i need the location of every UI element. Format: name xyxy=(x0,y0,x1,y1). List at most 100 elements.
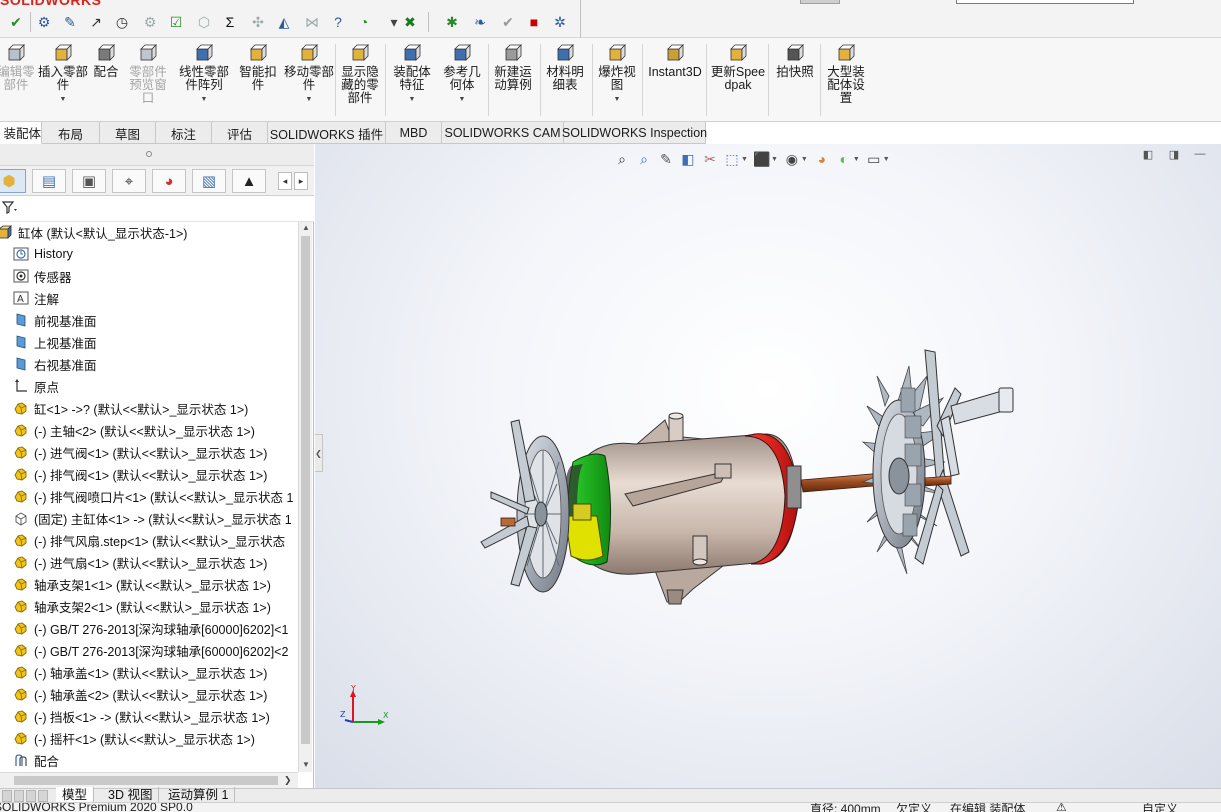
gear-rebuild-icon[interactable]: ⚙ xyxy=(34,12,54,32)
tab-scroll-left-icon[interactable]: ◂ xyxy=(278,172,292,190)
tab-model[interactable]: 模型 xyxy=(56,787,95,803)
tree-vertical-scrollbar[interactable]: ▲ ▼ xyxy=(298,222,312,772)
check-circle-icon[interactable]: ✔ xyxy=(498,12,518,32)
linear-pattern-button[interactable]: 线性零部件阵列 ▼ xyxy=(174,42,234,118)
tree-node[interactable]: 原点 xyxy=(12,375,298,397)
large-assembly-button[interactable]: 大型装配体设置 xyxy=(822,42,870,118)
scroll-up-icon[interactable]: ▲ xyxy=(301,223,311,233)
tree-node[interactable]: (-) 轴承盖<2> (默认<<默认>_显示状态 1>) xyxy=(12,683,298,705)
dimxpert-tab-icon[interactable]: ⌖ xyxy=(112,169,146,193)
tree-node[interactable]: (-) GB/T 276-2013[深沟球轴承[60000]6202]<1 xyxy=(12,617,298,639)
dropdown-caret-icon[interactable]: ▼ xyxy=(60,93,67,106)
assembly-model[interactable] xyxy=(315,144,1221,788)
exploded-view-button[interactable]: 爆炸视图 ▼ xyxy=(594,42,640,118)
bom-button[interactable]: 材料明细表 xyxy=(542,42,588,118)
dropdown-caret-icon[interactable]: ▼ xyxy=(459,93,466,106)
help-icon[interactable]: ? xyxy=(328,12,348,32)
take-snapshot-button[interactable]: 拍快照 xyxy=(772,42,818,118)
scroll-right-icon[interactable]: ❯ xyxy=(284,775,292,786)
excel-icon[interactable]: ✖ xyxy=(400,12,420,32)
tree-node[interactable]: (-) 排气风扇.step<1> (默认<<默认>_显示状态 xyxy=(12,529,298,551)
dimension-icon[interactable]: ↗ xyxy=(86,12,106,32)
command-tab-4[interactable]: 评估 xyxy=(212,122,268,144)
tree-node[interactable]: (-) GB/T 276-2013[深沟球轴承[60000]6202]<2 xyxy=(12,639,298,661)
move-component-button[interactable]: 移动零部件 ▼ xyxy=(284,42,334,118)
tree-node[interactable]: 前视基准面 xyxy=(12,309,298,331)
align-icon[interactable]: ⋈ xyxy=(302,12,322,32)
dropdown-caret-icon[interactable]: ▼ xyxy=(614,93,621,106)
rebuild-icon[interactable]: ⚠ xyxy=(1056,803,1067,812)
tree-node[interactable]: 缸<1> ->? (默认<<默认>_显示状态 1>) xyxy=(12,397,298,419)
command-tab-7[interactable]: SOLIDWORKS CAM xyxy=(442,122,564,144)
tree-node[interactable]: (-) 进气阀<1> (默认<<默认>_显示状态 1>) xyxy=(12,441,298,463)
command-tab-8[interactable]: SOLIDWORKS Inspection xyxy=(562,122,707,144)
dropdown-caret-icon[interactable]: ▼ xyxy=(306,93,313,106)
tree-node[interactable]: (-) 排气阀喷口片<1> (默认<<默认>_显示状态 1 xyxy=(12,485,298,507)
tree-node[interactable]: 右视基准面 xyxy=(12,353,298,375)
tab-motion-study[interactable]: 运动算例 1 xyxy=(162,787,236,803)
smart-fasteners-button[interactable]: 智能扣件 xyxy=(234,42,282,118)
cam-tab-icon[interactable]: ▲ xyxy=(232,169,266,193)
tree-node[interactable]: 传感器 xyxy=(12,265,298,287)
dropdown-caret-icon[interactable]: ▼ xyxy=(409,93,416,106)
filter-icon[interactable] xyxy=(1,201,18,218)
status-editing[interactable]: 在编辑 装配体 xyxy=(950,803,1025,812)
appearance-tab-icon[interactable]: ◕ xyxy=(152,169,186,193)
tab-prev-icon[interactable] xyxy=(14,790,24,802)
disabled-icon[interactable]: ⚙ xyxy=(140,12,160,32)
command-tab-1[interactable]: 布局 xyxy=(42,122,100,144)
assembly-features-button[interactable]: 装配体特征 ▼ xyxy=(388,42,436,118)
tree-node[interactable]: History xyxy=(12,243,298,265)
tab-next-icon[interactable] xyxy=(26,790,36,802)
search-input[interactable] xyxy=(956,0,1134,4)
sum-icon[interactable]: Σ xyxy=(220,12,240,32)
tree-node[interactable]: 轴承支架2<1> (默认<<默认>_显示状态 1>) xyxy=(12,595,298,617)
cube-icon[interactable]: ⬡ xyxy=(194,12,214,32)
tree-node[interactable]: A 注解 xyxy=(12,287,298,309)
tree-node[interactable]: (-) 摇杆<1> (默认<<默认>_显示状态 1>) xyxy=(12,727,298,749)
feature-manager-tab-icon[interactable]: ⬢ xyxy=(0,169,26,193)
command-tab-5[interactable]: SOLIDWORKS 插件 xyxy=(268,122,386,144)
scroll-down-icon[interactable]: ▼ xyxy=(301,760,311,770)
command-tab-0[interactable]: 装配体 xyxy=(0,122,42,144)
scroll-thumb[interactable] xyxy=(301,236,310,744)
graphics-area[interactable]: ❮ ⌕⌕✎◧✂⬚▼⬛▼◉▼◕◐▼▭▼ ◧◨—❐ xyxy=(315,144,1221,788)
options-icon[interactable]: ◔ xyxy=(354,12,374,32)
tree-node[interactable]: 配合 xyxy=(12,749,298,771)
tree-node[interactable]: 轴承支架1<1> (默认<<默认>_显示状态 1>) xyxy=(12,573,298,595)
tree-node[interactable]: (-) 主轴<2> (默认<<默认>_显示状态 1>) xyxy=(12,419,298,441)
curve-icon[interactable]: ❧ xyxy=(470,12,490,32)
tree-root-assembly[interactable]: 缸体 (默认<默认_显示状态-1>) xyxy=(0,222,294,243)
reference-geometry-button[interactable]: 参考几何体 ▼ xyxy=(438,42,486,118)
cross-icon[interactable]: ✣ xyxy=(248,12,268,32)
configuration-manager-tab-icon[interactable]: ▣ xyxy=(72,169,106,193)
spelling-icon[interactable]: ✔ xyxy=(6,12,26,32)
measure-icon[interactable]: ✎ xyxy=(60,12,80,32)
stop-icon[interactable]: ■ xyxy=(524,12,544,32)
part-color-icon[interactable]: ✱ xyxy=(442,12,462,32)
tab-scroll-right-icon[interactable]: ▸ xyxy=(294,172,308,190)
hscroll-thumb[interactable] xyxy=(14,776,278,785)
tree-node[interactable]: (-) 挡板<1> -> (默认<<默认>_显示状态 1>) xyxy=(12,705,298,727)
display-manager-tab-icon[interactable]: ▧ xyxy=(192,169,226,193)
settings-circle-icon[interactable]: ✲ xyxy=(550,12,570,32)
clock-icon[interactable]: ◷ xyxy=(112,12,132,32)
show-hidden-button[interactable]: 显示隐藏的零部件 xyxy=(338,42,382,118)
check-box-icon[interactable]: ☑ xyxy=(166,12,186,32)
tree-node[interactable]: 上视基准面 xyxy=(12,331,298,353)
insert-components-button[interactable]: 插入零部件 ▼ xyxy=(38,42,88,118)
tree-horizontal-scrollbar[interactable]: ❯ xyxy=(0,772,298,788)
mate-button[interactable]: 配合 xyxy=(88,42,124,118)
tree-node[interactable]: (固定) 主缸体<1> -> (默认<<默认>_显示状态 1 xyxy=(12,507,298,529)
tab-last-icon[interactable] xyxy=(38,790,48,802)
update-speedpak-button[interactable]: 更新Speedpak xyxy=(710,42,766,118)
tree-node[interactable]: (-) 轴承盖<1> (默认<<默认>_显示状态 1>) xyxy=(12,661,298,683)
mirror-icon[interactable]: ◭ xyxy=(274,12,294,32)
panel-grip[interactable] xyxy=(0,144,314,166)
command-tab-3[interactable]: 标注 xyxy=(156,122,212,144)
new-motion-study-button[interactable]: 新建运动算例 xyxy=(490,42,536,118)
tree-node[interactable]: (-) 进气扇<1> (默认<<默认>_显示状态 1>) xyxy=(12,551,298,573)
command-tab-6[interactable]: MBD xyxy=(386,122,442,144)
status-units[interactable]: 自定义 xyxy=(1142,803,1178,812)
top-window-tab[interactable] xyxy=(800,0,840,4)
